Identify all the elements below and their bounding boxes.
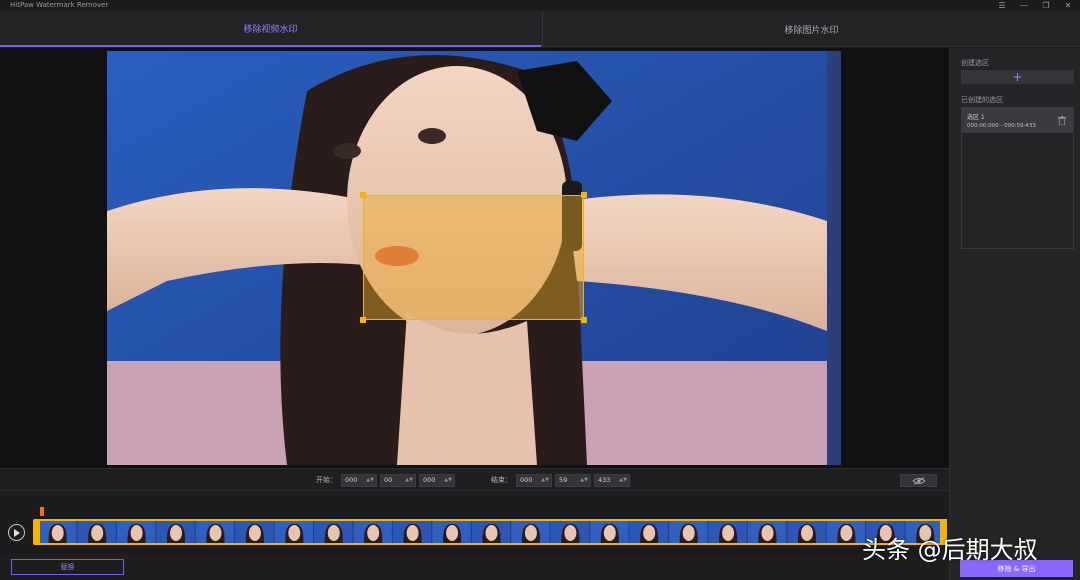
- start-label: 开始：: [316, 476, 337, 484]
- resize-handle-top-right[interactable]: [581, 192, 587, 198]
- spin-arrows-icon[interactable]: ▲▼: [541, 475, 549, 486]
- start-minutes-input[interactable]: 000 ▲▼: [341, 474, 377, 487]
- close-icon[interactable]: ✕: [1062, 0, 1074, 11]
- add-area-button[interactable]: +: [961, 70, 1074, 84]
- video-preview: [107, 51, 841, 465]
- plus-icon: +: [1012, 70, 1023, 84]
- timeline-thumbnail: [77, 521, 116, 543]
- watermark-overlay-text: 头条 @后期大叔: [862, 536, 1038, 564]
- thumbnail-strip[interactable]: [36, 519, 947, 545]
- video-thumbnails: [38, 521, 944, 543]
- end-millis-value: 433: [598, 476, 611, 484]
- side-panel: 创建选区 + 已创建的选区 选区 1 000:00:000 - 000:59:4…: [949, 48, 1080, 580]
- timeline-thumbnail: [590, 521, 629, 543]
- timeline-thumbnail: [116, 521, 156, 543]
- timeline-thumbnail: [195, 521, 235, 543]
- play-button[interactable]: [8, 524, 25, 541]
- timeline-thumbnail: [38, 521, 77, 543]
- resize-handle-bottom-right[interactable]: [581, 317, 587, 323]
- timeline-thumbnail: [747, 521, 787, 543]
- timeline-thumbnail: [432, 521, 471, 543]
- preview-area: [0, 48, 949, 468]
- replace-button[interactable]: 替换: [11, 559, 124, 575]
- spin-arrows-icon[interactable]: ▲▼: [619, 475, 627, 486]
- playhead[interactable]: [40, 507, 44, 516]
- selection-box[interactable]: [360, 192, 587, 323]
- area-item[interactable]: 选区 1 000:00:000 - 000:59:433: [962, 108, 1073, 133]
- resize-handle-top-left[interactable]: [360, 192, 366, 198]
- menu-icon[interactable]: ☰: [996, 0, 1008, 11]
- title-bar: HitPaw Watermark Remover ☰ — ❐ ✕: [0, 0, 1080, 11]
- window-controls: ☰ — ❐ ✕: [996, 0, 1074, 11]
- end-label: 结束：: [491, 476, 512, 484]
- start-millis-input[interactable]: 000 ▲▼: [419, 474, 455, 487]
- timeline-thumbnail: [392, 521, 432, 543]
- timeline-thumbnail: [353, 521, 392, 543]
- start-seconds-input[interactable]: 00 ▲▼: [380, 474, 416, 487]
- timeline-thumbnail: [787, 521, 826, 543]
- spin-arrows-icon[interactable]: ▲▼: [366, 475, 374, 486]
- timeline-thumbnail: [629, 521, 668, 543]
- trim-handle-left[interactable]: [33, 519, 40, 545]
- restore-icon[interactable]: ❐: [1040, 0, 1052, 11]
- spin-arrows-icon[interactable]: ▲▼: [444, 475, 452, 486]
- end-minutes-value: 000: [520, 476, 533, 484]
- minimize-icon[interactable]: —: [1018, 0, 1030, 11]
- time-range-bar: 开始： 000 ▲▼ 00 ▲▼ 000 ▲▼ 结束： 000 ▲▼ 59 ▲▼ 433 ▲…: [0, 468, 949, 491]
- create-area-label: 创建选区: [961, 59, 989, 67]
- bottom-bar: 替换: [0, 554, 949, 580]
- spin-arrows-icon[interactable]: ▲▼: [405, 475, 413, 486]
- resize-handle-bottom-left[interactable]: [360, 317, 366, 323]
- timeline-thumbnail: [156, 521, 195, 543]
- start-seconds-value: 00: [384, 476, 393, 484]
- timeline-thumbnail: [314, 521, 353, 543]
- area-name: 选区 1: [967, 114, 985, 121]
- timeline-thumbnail: [708, 521, 747, 543]
- timeline: [0, 492, 949, 554]
- created-areas-label: 已创建的选区: [961, 96, 1003, 104]
- tab-remove-video-watermark[interactable]: 移除视频水印: [0, 11, 541, 47]
- spin-arrows-icon[interactable]: ▲▼: [580, 475, 588, 486]
- end-minutes-input[interactable]: 000 ▲▼: [516, 474, 552, 487]
- timeline-thumbnail: [235, 521, 274, 543]
- toggle-preview-button[interactable]: [900, 474, 937, 487]
- app-title: HitPaw Watermark Remover: [10, 1, 109, 9]
- end-seconds-input[interactable]: 59 ▲▼: [555, 474, 591, 487]
- timeline-thumbnail: [550, 521, 590, 543]
- trash-icon[interactable]: [1058, 116, 1066, 125]
- tab-bar: 移除视频水印 移除图片水印: [0, 11, 1080, 47]
- timeline-thumbnail: [511, 521, 550, 543]
- eye-slash-icon: [911, 476, 926, 485]
- timeline-thumbnail: [669, 521, 708, 543]
- area-list: 选区 1 000:00:000 - 000:59:433: [961, 107, 1074, 249]
- start-millis-value: 000: [423, 476, 436, 484]
- timeline-thumbnail: [274, 521, 313, 543]
- end-seconds-value: 59: [559, 476, 568, 484]
- end-millis-input[interactable]: 433 ▲▼: [594, 474, 630, 487]
- start-minutes-value: 000: [345, 476, 358, 484]
- area-time-range: 000:00:000 - 000:59:433: [967, 123, 1036, 129]
- tab-remove-image-watermark[interactable]: 移除图片水印: [542, 11, 1080, 47]
- timeline-thumbnail: [471, 521, 511, 543]
- play-icon: [14, 528, 20, 537]
- timeline-thumbnail: [826, 521, 866, 543]
